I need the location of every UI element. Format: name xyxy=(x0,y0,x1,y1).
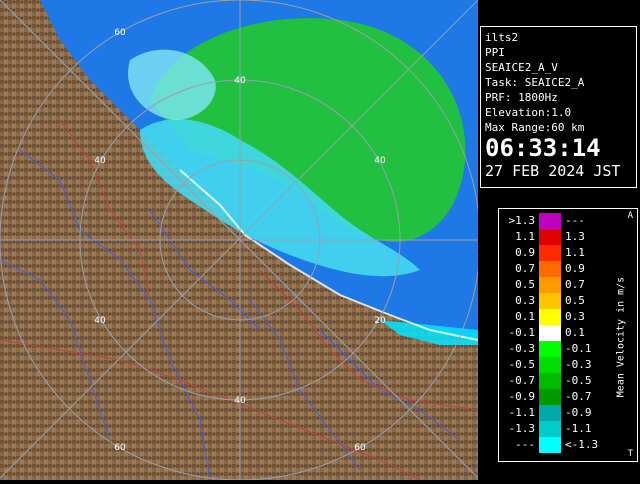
legend-left-label: >1.3 xyxy=(508,214,536,227)
legend-right-label: 0.9 xyxy=(565,262,585,275)
legend-right-label: -0.7 xyxy=(565,390,592,403)
legend-right-label: <-1.3 xyxy=(565,438,599,451)
legend-right-label: 1.1 xyxy=(565,246,585,259)
range-label: 40 xyxy=(234,76,246,86)
legend-swatch xyxy=(539,389,561,405)
elevation-value: Elevation:1.0 xyxy=(485,106,572,119)
legend-row: 0.1 0.3 xyxy=(499,309,619,325)
prf-value: PRF: 1800Hz xyxy=(485,91,558,104)
range-label: 20 xyxy=(374,316,386,326)
legend-swatch xyxy=(539,245,561,261)
legend-left-label: --- xyxy=(515,438,535,451)
legend-swatch xyxy=(539,437,561,453)
legend-row: --- <-1.3 xyxy=(499,437,619,453)
legend-row: -0.1 0.1 xyxy=(499,325,619,341)
legend-right-label: 0.5 xyxy=(565,294,585,307)
max-range-value: Max Range:60 km xyxy=(485,121,585,134)
legend-left-label: -0.3 xyxy=(508,342,536,355)
legend-right-label: 0.7 xyxy=(565,278,585,291)
legend-right-label: --- xyxy=(565,214,585,227)
legend-row: 0.5 0.7 xyxy=(499,277,619,293)
legend-right-label: -0.9 xyxy=(565,406,592,419)
legend-right-label: -1.1 xyxy=(565,422,592,435)
legend-row: 0.9 1.1 xyxy=(499,245,619,261)
legend-bottom-mark: T xyxy=(627,449,633,459)
scan-type: PPI xyxy=(485,46,505,59)
legend-right-label: -0.3 xyxy=(565,358,592,371)
legend-swatch xyxy=(539,341,561,357)
legend-swatch xyxy=(539,357,561,373)
legend-row: -1.3 -1.1 xyxy=(499,421,619,437)
legend-left-label: 0.9 xyxy=(515,246,535,259)
legend-swatch xyxy=(539,293,561,309)
legend-swatch xyxy=(539,373,561,389)
legend-right-label: 0.3 xyxy=(565,310,585,323)
legend-right-label: 0.1 xyxy=(565,326,585,339)
station-name: ilts2 xyxy=(485,31,519,44)
range-label: 40 xyxy=(374,156,386,166)
scan-date: 27 FEB 2024 JST xyxy=(485,162,621,180)
legend-left-label: 0.7 xyxy=(515,262,535,275)
legend-right-label: -0.5 xyxy=(565,374,592,387)
product-name: SEAICE2_A_V xyxy=(485,61,558,74)
legend-left-label: -0.1 xyxy=(508,326,536,339)
legend-right-label: -0.1 xyxy=(565,342,592,355)
scan-time: 06:33:14 xyxy=(485,134,601,162)
legend-left-label: -0.5 xyxy=(508,358,536,371)
legend-left-label: -0.7 xyxy=(508,374,536,387)
legend-row: -0.9 -0.7 xyxy=(499,389,619,405)
task-name: Task: SEAICE2_A xyxy=(485,76,585,89)
legend-left-label: -0.9 xyxy=(508,390,536,403)
legend-unit-label: Mean Velocity in m/s xyxy=(615,276,627,398)
velocity-legend: >1.3 --- 1.1 1.3 0.9 1.1 0.7 0.9 0.5 0.7 0.3 0.5 0.1… xyxy=(498,208,638,462)
legend-top-mark: A xyxy=(627,211,633,221)
legend-swatch xyxy=(539,405,561,421)
range-label: 60 xyxy=(354,443,366,453)
range-label: 40 xyxy=(94,156,106,166)
legend-row: -0.7 -0.5 xyxy=(499,373,619,389)
range-label: 40 xyxy=(94,316,106,326)
legend-row: -1.1 -0.9 xyxy=(499,405,619,421)
range-label: 60 xyxy=(114,28,126,38)
legend-row: 1.1 1.3 xyxy=(499,229,619,245)
legend-swatch xyxy=(539,309,561,325)
legend-left-label: 0.5 xyxy=(515,278,535,291)
info-box: ilts2 PPI SEAICE2_A_V Task: SEAICE2_A PR… xyxy=(480,26,637,188)
legend-row: -0.3 -0.1 xyxy=(499,341,619,357)
legend-row: -0.5 -0.3 xyxy=(499,357,619,373)
radar-map[interactable]: 40 40 40 40 20 40 60 60 60 xyxy=(0,0,478,480)
legend-swatch xyxy=(539,261,561,277)
legend-left-label: -1.3 xyxy=(508,422,536,435)
range-label: 60 xyxy=(114,443,126,453)
legend-left-label: -1.1 xyxy=(508,406,536,419)
legend-left-label: 0.1 xyxy=(515,310,535,323)
radar-map-canvas: 40 40 40 40 20 40 60 60 60 xyxy=(0,0,478,480)
legend-left-label: 0.3 xyxy=(515,294,535,307)
legend-swatch xyxy=(539,229,561,245)
side-panel: ilts2 PPI SEAICE2_A_V Task: SEAICE2_A PR… xyxy=(478,0,640,480)
legend-row: 0.3 0.5 xyxy=(499,293,619,309)
legend-swatch xyxy=(539,277,561,293)
legend-swatch xyxy=(539,325,561,341)
range-label: 40 xyxy=(234,396,246,406)
legend-left-label: 1.1 xyxy=(515,230,535,243)
legend-swatch xyxy=(539,213,561,229)
legend-row: >1.3 --- xyxy=(499,213,619,229)
legend-right-label: 1.3 xyxy=(565,230,585,243)
legend-swatch xyxy=(539,421,561,437)
legend-row: 0.7 0.9 xyxy=(499,261,619,277)
